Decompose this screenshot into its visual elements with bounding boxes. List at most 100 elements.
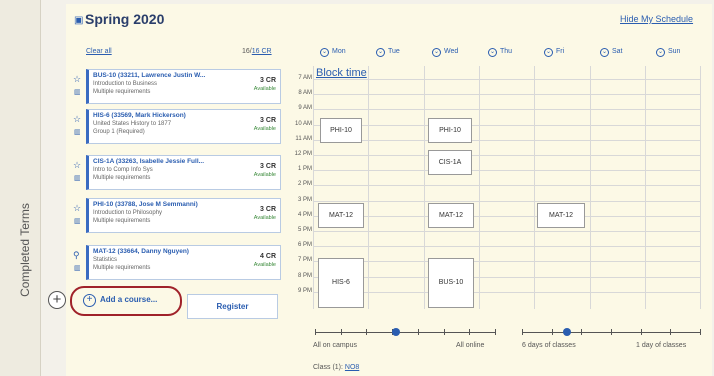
course-card[interactable]: BUS-10 (33211, Lawrence Justin W... Intr… [86, 69, 281, 104]
favorite-star-icon[interactable]: ☆ [73, 160, 81, 171]
event-cis-wed[interactable]: CIS-1A [428, 150, 472, 175]
day-header-sun[interactable]: ⌄ Sun [656, 48, 680, 57]
credits-total[interactable]: 16 CR [252, 48, 272, 55]
course-title[interactable]: MAT-12 (33664, Danny Nguyen) [93, 248, 233, 255]
time-label: 7 PM [297, 257, 312, 264]
grid-hour-line [313, 185, 700, 187]
course-title[interactable]: CIS-1A (33263, Isabelle Jessie Full... [93, 158, 233, 165]
grid-hour-line [313, 124, 700, 126]
slider-tick [640, 329, 642, 335]
day-label: Wed [444, 48, 459, 55]
slider-track[interactable] [315, 332, 495, 333]
course-title[interactable]: PHI-10 (33788, Jose M Semmanni) [93, 201, 233, 208]
search-icon[interactable]: ⚲ [73, 250, 80, 261]
day-header-mon[interactable]: ⌄ Mon [320, 48, 346, 57]
day-toggle-icon: ⌄ [544, 48, 553, 57]
event-phi-mon[interactable]: PHI-10 [320, 118, 362, 143]
day-label: Thu [500, 48, 513, 55]
time-label: 8 AM [298, 90, 312, 97]
trash-icon[interactable]: ▥ [74, 88, 81, 96]
day-header-fri[interactable]: ⌄ Fri [544, 48, 564, 57]
class-footer-text: Class (1): [313, 364, 343, 371]
course-subtitle: Introduction to Philosophy [93, 210, 163, 216]
grid-day-line [478, 66, 480, 309]
course-status: Available [253, 262, 276, 268]
favorite-star-icon[interactable]: ☆ [73, 114, 81, 125]
credits-summary: 16/16 CR [242, 48, 272, 55]
slider-tick [315, 329, 316, 335]
slider-tick [495, 329, 496, 335]
grid-hour-line [313, 200, 700, 202]
time-label: 1 PM [297, 166, 312, 173]
course-subtitle: Intro to Comp Info Sys [93, 167, 153, 173]
trash-icon[interactable]: ▥ [74, 128, 81, 136]
time-label: 11 AM [295, 135, 312, 142]
day-toggle-icon: ⌄ [432, 48, 441, 57]
slider-tick [551, 329, 553, 335]
day-header-thu[interactable]: ⌄ Thu [488, 48, 512, 57]
day-header-wed[interactable]: ⌄ Wed [432, 48, 458, 57]
grid-day-line [313, 66, 314, 309]
trash-icon[interactable]: ▥ [74, 217, 81, 225]
grid-day-line [368, 66, 370, 309]
term-title: Spring 2020 [85, 11, 165, 27]
grid-hour-line [313, 246, 700, 248]
event-his-mon[interactable]: HIS-6 [318, 258, 364, 308]
slider-handle[interactable] [562, 328, 571, 336]
course-card[interactable]: MAT-12 (33664, Danny Nguyen) Statistics … [86, 245, 281, 280]
time-label: 9 PM [297, 287, 312, 294]
completed-terms-label: Completed Terms [18, 203, 32, 297]
course-credits: 3 CR [260, 163, 276, 170]
event-mat-wed[interactable]: MAT-12 [428, 203, 474, 228]
course-credits: 3 CR [260, 206, 276, 213]
day-toggle-icon: ⌄ [320, 48, 329, 57]
register-button[interactable]: Register [187, 294, 278, 319]
course-title[interactable]: BUS-10 (33211, Lawrence Justin W... [93, 72, 233, 79]
course-title[interactable]: HIS-6 (33569, Mark Hickerson) [93, 112, 233, 119]
course-credits: 4 CR [260, 253, 276, 260]
time-label: 8 PM [297, 272, 312, 279]
course-credits: 3 CR [260, 117, 276, 124]
add-course-button[interactable]: Add a course... [100, 295, 157, 304]
clear-all-link[interactable]: Clear all [86, 48, 112, 55]
grid-day-line [423, 66, 425, 309]
slider-tick [366, 329, 368, 335]
class-footer: Class (1): NO8 [313, 364, 359, 371]
grid-hour-line [313, 139, 700, 141]
course-card[interactable]: CIS-1A (33263, Isabelle Jessie Full... I… [86, 155, 281, 190]
grid-hour-line [313, 276, 700, 278]
trash-icon[interactable]: ▥ [74, 264, 81, 272]
slider-tick [469, 329, 471, 335]
favorite-star-icon[interactable]: ☆ [73, 74, 81, 85]
time-label: 9 AM [298, 105, 312, 112]
event-mat-fri[interactable]: MAT-12 [537, 203, 585, 228]
course-requirement: Group 1 (Required) [93, 129, 145, 135]
course-subtitle: Statistics [93, 257, 118, 263]
event-phi-wed[interactable]: PHI-10 [428, 118, 472, 143]
completed-terms-sidebar[interactable]: Completed Terms [0, 0, 41, 376]
event-bus-wed[interactable]: BUS-10 [428, 258, 474, 308]
day-header-sat[interactable]: ⌄ Sat [600, 48, 623, 57]
event-mat-mon[interactable]: MAT-12 [318, 203, 364, 228]
day-toggle-icon: ⌄ [656, 48, 665, 57]
grid-hour-line [313, 94, 700, 96]
class-footer-link[interactable]: NO8 [345, 364, 359, 371]
add-course-plus-icon[interactable]: + [83, 294, 96, 307]
day-label: Sun [668, 48, 681, 55]
course-requirement: Multiple requirements [93, 218, 151, 224]
slider-handle[interactable] [392, 328, 400, 336]
block-time-link[interactable]: Block time [316, 67, 367, 79]
course-status: Available [253, 172, 276, 178]
grid-day-line [700, 66, 702, 309]
expand-terms-plus-icon[interactable]: + [48, 291, 66, 309]
favorite-star-icon[interactable]: ☆ [73, 203, 81, 214]
trash-icon[interactable]: ▥ [74, 174, 81, 182]
day-header-tue[interactable]: ⌄ Tue [376, 48, 400, 57]
course-card[interactable]: HIS-6 (33569, Mark Hickerson) United Sta… [86, 109, 281, 144]
term-collapse-icon[interactable]: ▣ [74, 15, 83, 26]
course-card[interactable]: PHI-10 (33788, Jose M Semmanni) Introduc… [86, 198, 281, 233]
location-slider-right-label: All online [456, 342, 485, 349]
day-label: Sat [612, 48, 623, 55]
hide-my-schedule-link[interactable]: Hide My Schedule [620, 14, 693, 24]
days-slider-right-label: 1 day of classes [636, 342, 687, 349]
